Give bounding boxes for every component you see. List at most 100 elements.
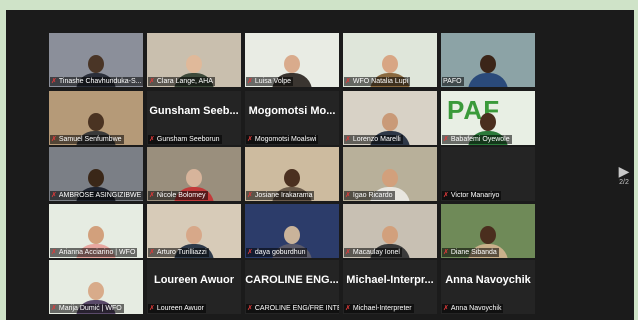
participant-tile[interactable]: PAFO	[441, 33, 535, 87]
participant-tile[interactable]: ✗ Diane Sibanda	[441, 204, 535, 258]
mic-muted-icon: ✗	[149, 249, 155, 256]
participant-tile[interactable]: ✗ Victor Manariyo	[441, 147, 535, 201]
participant-tile[interactable]: ✗ Samuel Senfumbwe	[49, 91, 143, 145]
participant-display-name: Michael-Interpr...	[346, 274, 434, 286]
participant-name-label: PAFO	[442, 77, 464, 86]
mic-muted-icon: ✗	[443, 249, 449, 256]
participant-name-label: ✗ Anna Navoychik	[442, 304, 504, 313]
mic-muted-icon: ✗	[149, 136, 155, 143]
participant-grid: ✗ Tinashe Chavhunduka-S... ✗ Clara Lange, A…	[0, 0, 638, 320]
mic-muted-icon: ✗	[345, 78, 351, 85]
participant-name: PAFO	[443, 78, 462, 85]
mic-muted-icon: ✗	[51, 78, 57, 85]
participant-tile[interactable]: ✗ Macaulay Ionel	[343, 204, 437, 258]
mic-muted-icon: ✗	[345, 192, 351, 199]
participant-name-label: ✗ Marija Dumić | WFO	[50, 304, 124, 313]
participant-name: Marija Dumić | WFO	[58, 305, 122, 312]
mic-muted-icon: ✗	[247, 192, 253, 199]
mic-muted-icon: ✗	[51, 192, 57, 199]
participant-display-name: Gunsham Seeb...	[149, 105, 239, 117]
participant-name-label: ✗ Mogomotsi Moalswi	[246, 135, 319, 144]
participant-tile[interactable]: ✗ Igao Ricardo	[343, 147, 437, 201]
participant-name: Gunsham Seeborun	[156, 136, 220, 143]
participant-name-label: ✗ AMBROSE ASINGIZIBWE	[50, 191, 143, 200]
participant-video-person	[465, 53, 511, 87]
next-page-button[interactable]: ▶ 2/2	[614, 164, 634, 192]
participant-name: Clara Lange, AHA	[156, 78, 213, 85]
participant-name: AMBROSE ASINGIZIBWE	[58, 192, 142, 199]
participant-name-label: ✗ Josiane Irakarama	[246, 191, 315, 200]
mic-muted-icon: ✗	[443, 136, 449, 143]
participant-name: CAROLINE ENG/FRE INTERP...	[254, 305, 339, 312]
participant-name-label: ✗ Loureen Awuor	[148, 304, 206, 313]
participant-name: Arianna Acciarino | WFO	[58, 249, 136, 256]
participant-name-label: ✗ Tinashe Chavhunduka-S...	[50, 77, 143, 86]
participant-name-label: ✗ Clara Lange, AHA	[148, 77, 215, 86]
participant-tile[interactable]: ✗ Josiane Irakarama	[245, 147, 339, 201]
participant-name: Diane Sibanda	[450, 249, 497, 256]
participant-name-label: ✗ Igao Ricardo	[344, 191, 395, 200]
participant-tile[interactable]: Michael-Interpr... ✗ Michael-Interpreter	[343, 260, 437, 314]
participant-name-label: ✗ Arianna Acciarino | WFO	[50, 248, 138, 257]
participant-tile[interactable]: Anna Navoychik ✗ Anna Navoychik	[441, 260, 535, 314]
participant-tile[interactable]: ✗ Nicole Bolomey	[147, 147, 241, 201]
participant-tile[interactable]: CAROLINE ENG... ✗CAROLINE ENG/FRE INTERP.…	[245, 260, 339, 314]
chevron-right-icon: ▶	[618, 163, 630, 179]
participant-name-label: ✗ Nicole Bolomey	[148, 191, 208, 200]
mic-muted-icon: ✗	[149, 78, 155, 85]
participant-name: Mogomotsi Moalswi	[254, 136, 317, 143]
participant-name-label: ✗ Lorenzo Marelli	[344, 135, 403, 144]
mic-muted-icon: ✗	[247, 305, 253, 312]
participant-name-label: ✗ Luisa Volpe	[246, 77, 294, 86]
participant-name: Loureen Awuor	[156, 305, 204, 312]
participant-name: Igao Ricardo	[352, 192, 393, 199]
participant-name: Victor Manariyo	[450, 192, 500, 199]
participant-name-label: ✗ Babafemi Oyewole	[442, 135, 512, 144]
participant-tile[interactable]: ✗ WFO Natalia Lupi	[343, 33, 437, 87]
participant-name: Nicole Bolomey	[156, 192, 206, 199]
participant-tile[interactable]: Mogomotsi Mo... ✗ Mogomotsi Moalswi	[245, 91, 339, 145]
mic-muted-icon: ✗	[247, 78, 253, 85]
participant-tile[interactable]: Gunsham Seeb... ✗ Gunsham Seeborun	[147, 91, 241, 145]
participant-name-label: ✗ Victor Manariyo	[442, 191, 502, 200]
mic-muted-icon: ✗	[149, 305, 155, 312]
participant-tile[interactable]: ✗ Clara Lange, AHA	[147, 33, 241, 87]
participant-tile[interactable]: ✗ Luisa Volpe	[245, 33, 339, 87]
participant-name: Anna Navoychik	[450, 305, 502, 312]
participant-display-name: Loureen Awuor	[153, 274, 235, 286]
mic-muted-icon: ✗	[51, 136, 57, 143]
mic-muted-icon: ✗	[345, 305, 351, 312]
participant-name: Michael-Interpreter	[352, 305, 412, 312]
participant-tile[interactable]: ✗ Arianna Acciarino | WFO	[49, 204, 143, 258]
participant-tile[interactable]: ✗ Marija Dumić | WFO	[49, 260, 143, 314]
mic-muted-icon: ✗	[345, 249, 351, 256]
participant-tile[interactable]: ✗ Lorenzo Marelli	[343, 91, 437, 145]
participant-name: Josiane Irakarama	[254, 192, 313, 199]
participant-tile[interactable]: ✗ Tinashe Chavhunduka-S...	[49, 33, 143, 87]
participant-name: Tinashe Chavhunduka-S...	[58, 78, 142, 85]
participant-name: Luisa Volpe	[254, 78, 292, 85]
participant-name-label: ✗ WFO Natalia Lupi	[344, 77, 411, 86]
mic-muted-icon: ✗	[247, 136, 253, 143]
mic-muted-icon: ✗	[51, 305, 57, 312]
participant-name: daya goburdhun	[254, 249, 306, 256]
participant-name: Samuel Senfumbwe	[58, 136, 122, 143]
participant-tile[interactable]: ✗ daya goburdhun	[245, 204, 339, 258]
participant-name: Babafemi Oyewole	[450, 136, 510, 143]
participant-name: Arturo Turilliazzi	[156, 249, 207, 256]
mic-muted-icon: ✗	[345, 136, 351, 143]
participant-display-name: CAROLINE ENG...	[245, 274, 339, 286]
participant-name-label: ✗ Samuel Senfumbwe	[50, 135, 124, 144]
participant-name-label: ✗CAROLINE ENG/FRE INTERP...	[246, 304, 339, 313]
participant-display-name: Anna Navoychik	[445, 274, 531, 286]
participant-tile[interactable]: ✗ AMBROSE ASINGIZIBWE	[49, 147, 143, 201]
mic-muted-icon: ✗	[443, 192, 449, 199]
participant-name-label: ✗ Macaulay Ionel	[344, 248, 402, 257]
participant-tile[interactable]: Loureen Awuor ✗ Loureen Awuor	[147, 260, 241, 314]
participant-tile[interactable]: PAF ✗ Babafemi Oyewole	[441, 91, 535, 145]
participant-name-label: ✗ Diane Sibanda	[442, 248, 499, 257]
participant-name-label: ✗ Arturo Turilliazzi	[148, 248, 209, 257]
participant-tile[interactable]: ✗ Arturo Turilliazzi	[147, 204, 241, 258]
participant-name-label: ✗ Gunsham Seeborun	[148, 135, 222, 144]
mic-muted-icon: ✗	[51, 249, 57, 256]
